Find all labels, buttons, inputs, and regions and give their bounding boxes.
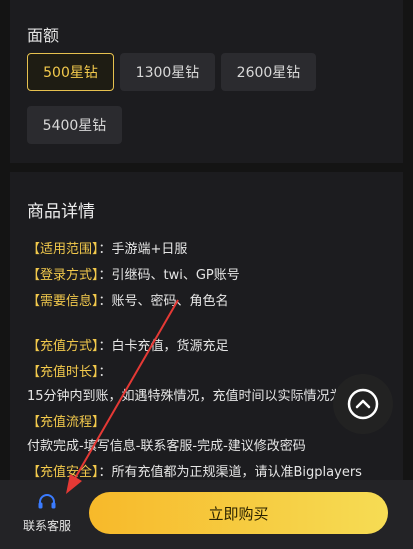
detail-key: 【需要信息】 (27, 294, 99, 309)
denomination-card: 面额 500星钻 1300星钻 2600星钻 5400星钻 (10, 0, 403, 163)
detail-value: ：账号、密码、角色名 (98, 294, 229, 309)
detail-line-scope: 【适用范围】：手游端+日服 (27, 238, 187, 257)
detail-key: 【充值方式】 (27, 339, 99, 354)
detail-key: 【充值流程】 (27, 415, 106, 430)
detail-value: ： (98, 365, 112, 380)
option-500[interactable]: 500星钻 (27, 53, 114, 91)
detail-line-login: 【登录方式】：引继码、twi、GP账号 (27, 264, 240, 283)
option-2600[interactable]: 2600星钻 (221, 53, 316, 91)
detail-value: ：所有充值都为正规渠道，请认准Bigplayers (98, 465, 362, 480)
detail-key: 【充值时长】 (27, 365, 99, 380)
detail-line-method: 【充值方式】：白卡充值，货源充足 (27, 335, 229, 354)
customer-service-label: 联系客服 (22, 519, 71, 533)
chevron-up-icon (347, 388, 379, 420)
option-1300[interactable]: 1300星钻 (120, 53, 215, 91)
bottom-action-bar: 联系客服 立即购买 (0, 480, 413, 549)
detail-line-duration: 【充值时长】： (27, 361, 112, 380)
option-5400[interactable]: 5400星钻 (27, 106, 122, 144)
detail-value: ：引继码、twi、GP账号 (98, 268, 240, 283)
headset-icon (38, 494, 56, 509)
customer-service-button[interactable]: 联系客服 (16, 493, 78, 534)
detail-key: 【适用范围】 (27, 242, 99, 257)
detail-value: ：手游端+日服 (98, 242, 188, 257)
detail-line-security: 【充值安全】：所有充值都为正规渠道，请认准Bigplayers (27, 461, 362, 480)
denomination-title: 面额 (27, 26, 60, 45)
detail-key: 【充值安全】 (27, 465, 99, 480)
detail-key: 【登录方式】 (27, 268, 99, 283)
detail-line-process: 【充值流程】 (27, 411, 105, 430)
scroll-to-top-button[interactable] (333, 374, 393, 434)
product-details-title: 商品详情 (27, 202, 95, 222)
detail-value: ：白卡充值，货源充足 (98, 339, 229, 354)
detail-line-info: 【需要信息】：账号、密码、角色名 (27, 290, 229, 309)
buy-now-button[interactable]: 立即购买 (89, 492, 388, 534)
detail-line-process-text: 付款完成-填写信息-联系客服-完成-建议修改密码 (27, 435, 306, 454)
detail-value: 付款完成-填写信息-联系客服-完成-建议修改密码 (27, 439, 306, 454)
detail-value: 15分钟内到账，如遇特殊情况，充值时间以实际情况为 (27, 389, 343, 404)
detail-line-duration-text: 15分钟内到账，如遇特殊情况，充值时间以实际情况为 (27, 385, 343, 404)
